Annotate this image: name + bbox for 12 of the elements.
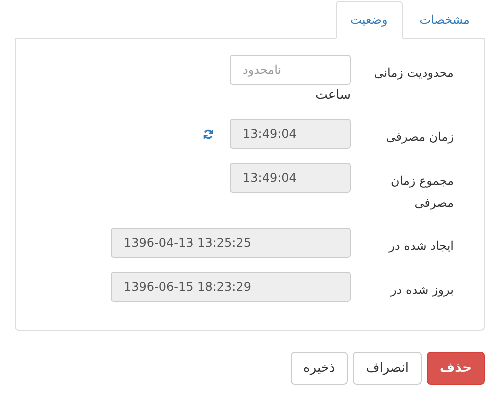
action-button[interactable]: انصراف bbox=[353, 352, 422, 385]
field-label: بروز شده در bbox=[390, 282, 454, 299]
delete-button[interactable]: حذف bbox=[427, 352, 485, 385]
field-label: محدودیت زمانی bbox=[373, 65, 454, 82]
action-button[interactable]: ذخیره bbox=[290, 352, 348, 385]
text-field[interactable]: نامحدود bbox=[230, 55, 351, 85]
field-label: مجموع زمان مصرفی bbox=[390, 173, 454, 212]
tab[interactable]: وضعیت bbox=[336, 1, 403, 39]
tab[interactable]: مشخصات bbox=[404, 2, 485, 38]
field-label: زمان مصرفی bbox=[385, 129, 454, 146]
field-label: ایجاد شده در bbox=[388, 238, 454, 255]
unit-label: ساعت bbox=[316, 87, 351, 105]
